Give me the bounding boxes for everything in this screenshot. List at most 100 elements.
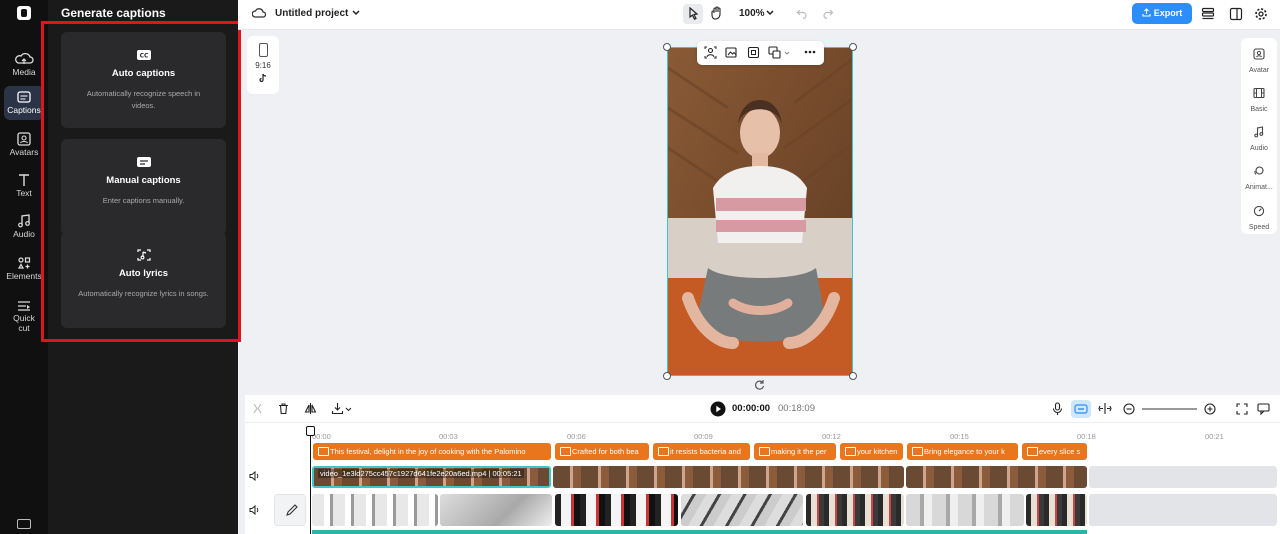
edit-track-button[interactable] <box>274 494 306 526</box>
broll-clip-cutting[interactable] <box>906 494 1024 526</box>
cloud-save-icon[interactable] <box>252 7 266 19</box>
speaker-icon[interactable] <box>249 505 260 515</box>
film-icon <box>1253 87 1265 99</box>
rail-item-audio[interactable]: Audio <box>4 210 44 244</box>
redo-icon[interactable] <box>822 7 834 19</box>
zoom-out-icon[interactable] <box>1123 403 1135 415</box>
cursor-icon <box>689 6 699 20</box>
video-clip-selected[interactable]: video_1e3ld275cc457c1927d641fe2e20a6ed.m… <box>312 466 551 488</box>
download-icon[interactable] <box>331 402 344 415</box>
layers-icon[interactable] <box>1201 7 1215 21</box>
ruler-tick-label: 00:21 <box>1205 432 1224 441</box>
aspect-ratio-panel[interactable]: 9:16 <box>247 36 279 94</box>
audio-track-strip[interactable] <box>312 530 1087 534</box>
person-detect-icon[interactable] <box>704 46 717 59</box>
resize-handle[interactable] <box>849 43 857 51</box>
split-icon[interactable] <box>251 402 264 415</box>
caption-segment[interactable]: your kitchen <box>840 443 903 460</box>
pencil-icon <box>286 504 298 516</box>
empty-track-area <box>1089 494 1277 526</box>
replace-media-icon[interactable] <box>768 46 781 59</box>
resize-handle[interactable] <box>663 43 671 51</box>
broll-clip-tomato[interactable] <box>555 494 678 526</box>
broll-clip-knives[interactable] <box>312 494 438 526</box>
panel-title: Generate captions <box>61 6 166 20</box>
chevron-down-icon[interactable] <box>766 10 774 16</box>
caption-segment[interactable]: every slice s <box>1022 443 1087 460</box>
broll-clip-sushi-2[interactable] <box>1026 494 1087 526</box>
auto-snap-toggle[interactable] <box>1071 400 1091 418</box>
zoom-level[interactable]: 100% <box>739 8 765 19</box>
crop-frame-icon[interactable] <box>747 46 760 59</box>
rail-item-media[interactable]: Media <box>4 48 44 82</box>
text-icon <box>19 174 29 186</box>
hand-tool-icon[interactable] <box>709 5 725 21</box>
chevron-down-icon[interactable] <box>345 407 352 412</box>
export-icon <box>1142 8 1151 17</box>
playhead-handle[interactable] <box>306 426 315 436</box>
top-bar: Untitled project 100% Export <box>238 0 1280 30</box>
project-title[interactable]: Untitled project <box>275 8 348 19</box>
fit-screen-icon[interactable] <box>1236 403 1248 415</box>
caption-segment[interactable]: This festival, delight in the joy of coo… <box>313 443 551 460</box>
ruler-tick-label: 00:09 <box>694 432 713 441</box>
chevron-down-icon[interactable] <box>784 51 790 55</box>
trash-icon[interactable] <box>277 402 290 415</box>
export-label: Export <box>1153 8 1183 18</box>
rail-item-captions[interactable]: Captions <box>4 86 44 120</box>
chevron-down-icon[interactable] <box>352 10 360 16</box>
right-item-audio[interactable]: Audio <box>1241 125 1277 152</box>
rail-item-avatars[interactable]: Avatars <box>4 128 44 162</box>
caption-segment[interactable]: it resists bacteria and <box>653 443 750 460</box>
split-view-icon[interactable] <box>1098 402 1112 415</box>
export-button[interactable]: Export <box>1132 3 1192 24</box>
comment-icon[interactable] <box>1257 403 1270 415</box>
ruler-tick-label: 00:15 <box>950 432 969 441</box>
playhead[interactable] <box>310 428 311 534</box>
music-note-icon <box>18 214 30 228</box>
annotation-highlight-box <box>41 21 241 342</box>
right-item-animation[interactable]: Animat... <box>1241 164 1277 191</box>
rail-item-elements[interactable]: Elements <box>4 252 44 286</box>
keyboard-icon[interactable] <box>17 519 31 529</box>
add-image-icon[interactable] <box>725 46 738 59</box>
microphone-icon[interactable] <box>1051 402 1064 416</box>
broll-clip-knife-set[interactable] <box>681 494 803 526</box>
panel-layout-icon[interactable] <box>1229 7 1243 21</box>
total-duration: 00:18:09 <box>778 403 815 414</box>
right-item-basic[interactable]: Basic <box>1241 86 1277 113</box>
animation-icon <box>1254 166 1264 175</box>
right-item-speed[interactable]: Speed <box>1241 204 1277 231</box>
magnet-link-icon <box>1074 404 1088 414</box>
rail-item-label: Avatars <box>9 147 39 157</box>
caption-segment[interactable]: Bring elegance to your k <box>907 443 1018 460</box>
play-button-icon[interactable] <box>710 401 726 417</box>
broll-clip-blade[interactable] <box>440 494 552 526</box>
undo-icon[interactable] <box>796 7 808 19</box>
video-preview[interactable] <box>667 47 853 376</box>
rail-item-quick-cut[interactable]: Quick cut <box>4 294 44 336</box>
gear-icon[interactable] <box>1254 7 1268 21</box>
right-item-label: Audio <box>1250 145 1268 152</box>
caption-segment[interactable]: making it the per <box>754 443 836 460</box>
aspect-ratio-label: 9:16 <box>255 61 271 70</box>
ruler-tick-label: 00:18 <box>1077 432 1096 441</box>
tiktok-icon <box>259 73 267 83</box>
caption-segment[interactable]: Crafted for both bea <box>555 443 649 460</box>
mirror-icon[interactable] <box>304 402 317 415</box>
rotate-handle-icon[interactable] <box>754 379 766 391</box>
right-item-avatar[interactable]: Avatar <box>1241 47 1277 74</box>
more-options-icon[interactable] <box>804 50 816 54</box>
video-clip[interactable] <box>906 466 1087 488</box>
speaker-icon[interactable] <box>249 471 260 481</box>
resize-handle[interactable] <box>663 372 671 380</box>
rail-item-text[interactable]: Text <box>4 169 44 203</box>
video-clip-label: video_1e3ld275cc457c1927d641fe2e20a6ed.m… <box>318 469 524 478</box>
elements-icon <box>17 257 31 269</box>
zoom-in-icon[interactable] <box>1204 403 1216 415</box>
timeline-zoom-slider[interactable] <box>1142 408 1197 410</box>
broll-clip-sushi[interactable] <box>806 494 904 526</box>
video-clip[interactable] <box>553 466 904 488</box>
select-tool-button[interactable] <box>683 4 703 24</box>
resize-handle[interactable] <box>849 372 857 380</box>
